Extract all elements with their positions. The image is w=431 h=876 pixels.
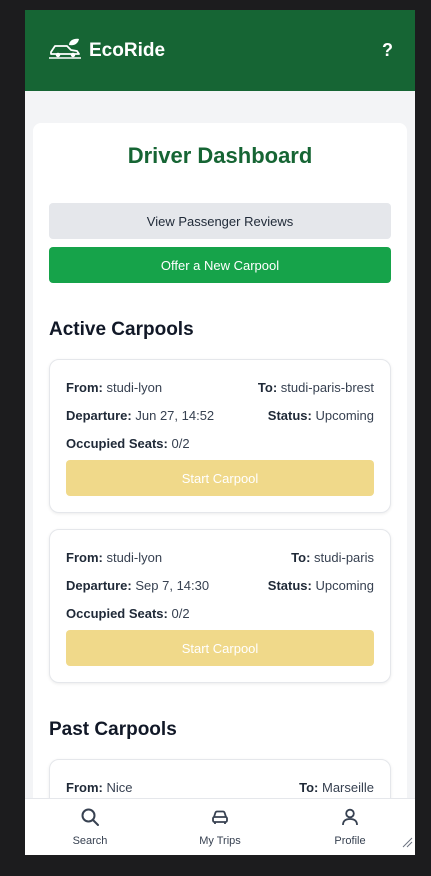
from-label: From: (66, 550, 103, 565)
brand[interactable]: EcoRide (49, 37, 165, 64)
trip-seats-row: Occupied Seats: 0/2 (66, 436, 374, 451)
seats-value: 0/2 (171, 436, 190, 451)
car-leaf-icon (49, 37, 81, 64)
past-carpools-title: Past Carpools (49, 719, 177, 740)
from-label: From: (66, 380, 103, 395)
seats-value: 0/2 (171, 606, 190, 621)
search-icon (80, 807, 100, 830)
to-label: To: (291, 550, 311, 565)
to-label: To: (257, 380, 278, 395)
bottom-nav: Search My Trips Profile (25, 798, 415, 855)
to-value: studi-paris (314, 550, 374, 565)
resize-handle-icon[interactable] (401, 835, 413, 853)
content-scroll[interactable]: Driver Dashboard View Passenger Reviews … (25, 91, 415, 798)
from-value: studi-lyon (106, 550, 163, 565)
active-trip-card: From: studi-lyon To: studi-paris Departu… (49, 529, 391, 683)
active-trip-card: From: studi-lyon To: studi-paris-brest D… (49, 359, 391, 513)
status-value: Upcoming (315, 408, 374, 423)
nav-profile[interactable]: Profile (285, 799, 415, 855)
to-value: studi-paris-brest (280, 380, 374, 395)
departure-value: Jun 27, 14:52 (135, 408, 215, 423)
past-trip-card: From: Nice To: Marseille (49, 759, 391, 798)
to-label: To: (299, 780, 319, 795)
nav-my-trips-label: My Trips (199, 835, 241, 847)
status-label: Status: (267, 578, 312, 593)
status-label: Status: (267, 408, 312, 423)
to-value: Marseille (321, 780, 374, 795)
dashboard-card: Driver Dashboard View Passenger Reviews … (33, 123, 407, 798)
view-reviews-button[interactable]: View Passenger Reviews (49, 203, 391, 239)
trip-departure-row: Departure: Jun 27, 14:52 Status: Upcomin… (66, 408, 374, 423)
help-button[interactable]: ? (382, 40, 393, 61)
nav-search[interactable]: Search (25, 799, 155, 855)
trip-route-row: From: studi-lyon To: studi-paris (66, 550, 374, 565)
user-icon (340, 807, 360, 830)
status-value: Upcoming (315, 578, 374, 593)
offer-carpool-button[interactable]: Offer a New Carpool (49, 247, 391, 283)
from-value: studi-lyon (106, 380, 163, 395)
departure-value: Sep 7, 14:30 (135, 578, 210, 593)
nav-profile-label: Profile (334, 835, 366, 847)
trip-route-row: From: studi-lyon To: studi-paris-brest (66, 380, 374, 395)
departure-label: Departure: (66, 408, 132, 423)
nav-search-label: Search (72, 835, 108, 847)
app-header: EcoRide ? (25, 10, 415, 91)
page-title: Driver Dashboard (127, 143, 313, 168)
trip-seats-row: Occupied Seats: 0/2 (66, 606, 374, 621)
start-carpool-button[interactable]: Start Carpool (66, 630, 374, 666)
from-value: Nice (106, 780, 133, 795)
car-icon (210, 807, 230, 830)
departure-label: Departure: (66, 578, 132, 593)
trip-departure-row: Departure: Sep 7, 14:30 Status: Upcoming (66, 578, 374, 593)
brand-name: EcoRide (89, 39, 166, 61)
start-carpool-button[interactable]: Start Carpool (66, 460, 374, 496)
from-label: From: (66, 780, 103, 795)
trip-route-row: From: Nice To: Marseille (66, 780, 374, 795)
nav-my-trips[interactable]: My Trips (155, 799, 285, 855)
app-frame: EcoRide ? Driver Dashboard View Passenge… (25, 10, 415, 855)
seats-label: Occupied Seats: (66, 436, 168, 451)
active-carpools-title: Active Carpools (49, 319, 194, 340)
seats-label: Occupied Seats: (66, 606, 168, 621)
